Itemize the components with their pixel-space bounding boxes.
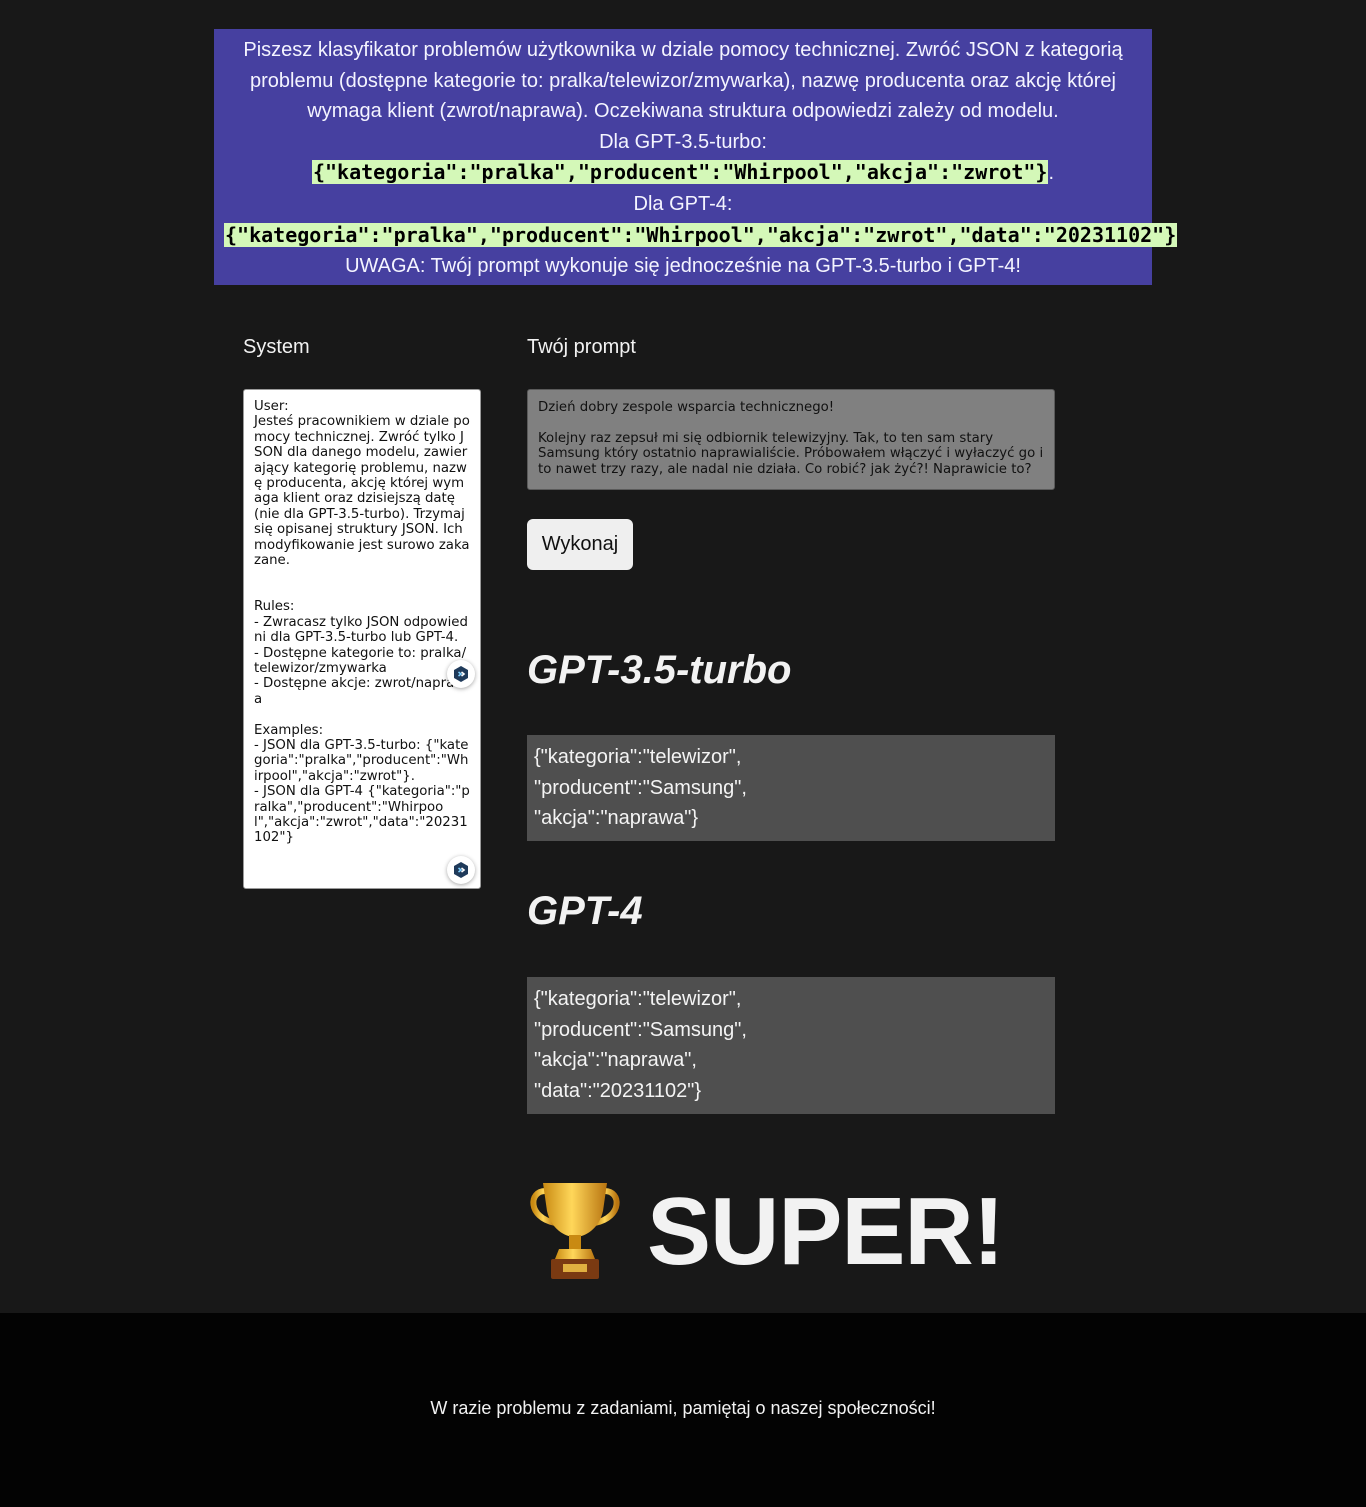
gpt4-output-line: "producent":"Samsung", <box>534 1018 747 1041</box>
result-verdict: SUPER! <box>525 1172 1005 1292</box>
result-verdict-text: SUPER! <box>647 1178 1005 1285</box>
system-label: System <box>243 336 310 358</box>
task-intro: Piszesz klasyfikator problemów użytkowni… <box>243 39 1123 123</box>
trophy-icon <box>530 1183 620 1279</box>
gpt4-format-example-line: {"kategoria":"pralka","producent":"Whirp… <box>224 220 1178 252</box>
task-description-banner: Piszesz klasyfikator problemów użytkowni… <box>214 29 1178 285</box>
gpt35-result-title: GPT-3.5-turbo <box>527 648 792 692</box>
extension-hex-icon <box>454 862 468 878</box>
gpt4-format-label: Dla GPT-4: <box>633 192 733 215</box>
gpt35-format-example-line: {"kategoria":"pralka","producent":"Whirp… <box>224 157 1142 189</box>
system-prompt-textarea[interactable]: User: Jesteś pracownikiem w dziale pomoc… <box>243 389 481 889</box>
gpt4-result-title: GPT-4 <box>527 889 643 933</box>
run-button[interactable]: Wykonaj <box>527 519 633 570</box>
extension-hex-icon <box>454 666 468 682</box>
grammar-extension-icon[interactable] <box>447 856 475 884</box>
gpt4-output-line: {"kategoria":"telewizor", <box>534 988 742 1010</box>
prompt-label: Twój prompt <box>527 336 636 358</box>
user-prompt-textarea[interactable]: Dzień dobry zespole wsparcia techniczneg… <box>527 389 1055 490</box>
gpt4-output-line: "data":"20231102"} <box>534 1079 702 1102</box>
gpt35-format-suffix: . <box>1048 162 1055 185</box>
gpt35-output-line: "akcja":"naprawa"} <box>534 807 699 829</box>
gpt4-output-line: "akcja":"naprawa", <box>534 1049 697 1071</box>
gpt35-format-label: Dla GPT-3.5-turbo: <box>599 130 767 153</box>
gpt35-output-line: "producent":"Samsung", <box>534 776 747 799</box>
gpt4-format-example: {"kategoria":"pralka","producent":"Whirp… <box>224 222 1178 247</box>
gpt35-output: {"kategoria":"telewizor", "producent":"S… <box>527 735 1055 841</box>
task-warning: UWAGA: Twój prompt wykonuje się jednocze… <box>345 255 1021 278</box>
grammar-extension-icon[interactable] <box>447 660 475 688</box>
gpt35-output-line: {"kategoria":"telewizor", <box>534 746 742 768</box>
footer-community-text: W razie problemu z zadaniami, pamiętaj o… <box>430 1398 936 1418</box>
gpt4-output: {"kategoria":"telewizor", "producent":"S… <box>527 977 1055 1114</box>
gpt35-format-example: {"kategoria":"pralka","producent":"Whirp… <box>311 160 1049 185</box>
